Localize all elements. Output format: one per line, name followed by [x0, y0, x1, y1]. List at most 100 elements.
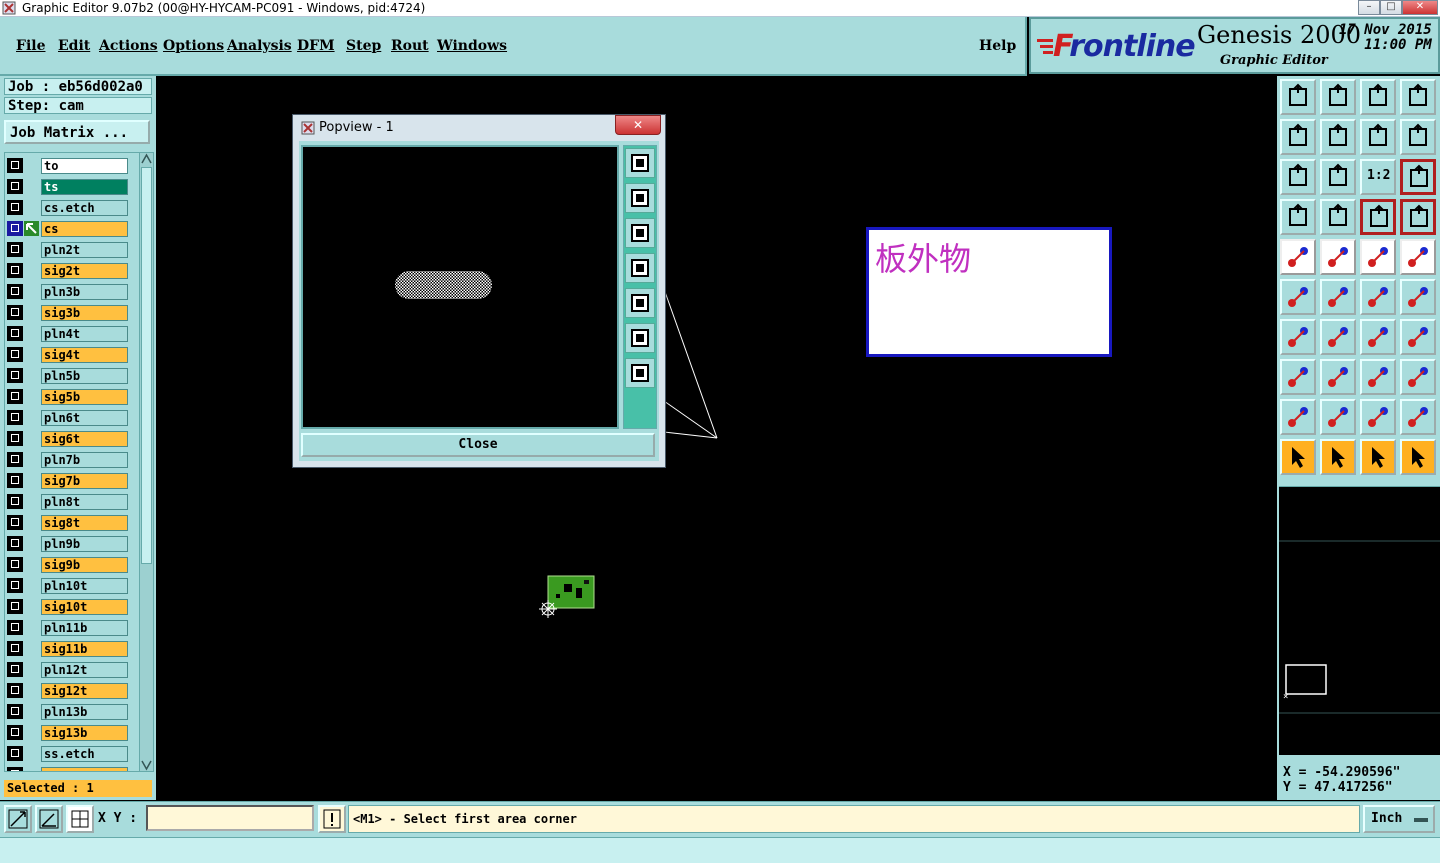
pan-left-icon[interactable] — [625, 253, 655, 283]
layer-name[interactable]: sig13b — [41, 725, 128, 741]
route-icon[interactable] — [1400, 439, 1436, 475]
grid-mode-button[interactable] — [66, 805, 94, 833]
zoom-window-icon[interactable] — [625, 148, 655, 178]
layer-checkbox[interactable] — [7, 284, 23, 299]
layer-name[interactable]: ts — [41, 179, 128, 195]
layer-row[interactable]: sig10t — [5, 598, 139, 615]
triangle-b-icon[interactable] — [1400, 399, 1436, 435]
tools-icon[interactable] — [1280, 199, 1316, 235]
layer-row[interactable]: ts — [5, 178, 139, 195]
layer-name[interactable]: ss — [41, 767, 128, 771]
snap-blue-icon[interactable] — [1400, 199, 1436, 235]
pads-icon[interactable] — [1280, 359, 1316, 395]
layer-row[interactable]: pln10t — [5, 577, 139, 594]
layer-row[interactable]: to — [5, 157, 139, 174]
layer-checkbox[interactable] — [7, 767, 23, 771]
layer-row[interactable]: sig7b — [5, 472, 139, 489]
select-box-icon[interactable] — [1320, 439, 1356, 475]
layer-checkbox[interactable] — [7, 347, 23, 362]
menu-edit[interactable]: Edit — [58, 38, 90, 54]
layer-name[interactable]: sig11b — [41, 641, 128, 657]
layer-name[interactable]: sig7b — [41, 473, 128, 489]
layer-name[interactable]: pln5b — [41, 368, 128, 384]
popview-close-x-button[interactable]: ✕ — [615, 115, 661, 135]
triangle-a-icon[interactable] — [1360, 399, 1396, 435]
pan-right-icon[interactable] — [625, 288, 655, 318]
triangle-up-icon[interactable] — [1320, 399, 1356, 435]
layer-name[interactable]: to — [41, 158, 128, 174]
layer-checkbox[interactable] — [7, 200, 23, 215]
arc-blue-icon[interactable] — [1400, 279, 1436, 315]
layer-name[interactable]: pln12t — [41, 662, 128, 678]
layer-row[interactable]: sig3b — [5, 304, 139, 321]
layer-name[interactable]: pln10t — [41, 578, 128, 594]
layer-checkbox[interactable] — [7, 305, 23, 320]
zoom-in-icon[interactable] — [625, 183, 655, 213]
pan-right-icon[interactable] — [1320, 119, 1356, 155]
layer-checkbox[interactable] — [7, 578, 23, 593]
layer-row[interactable]: sig12t — [5, 682, 139, 699]
grid-icon[interactable] — [1320, 199, 1356, 235]
layer-row[interactable]: pln5b — [5, 367, 139, 384]
help-icon[interactable] — [1400, 159, 1436, 195]
cross-icon[interactable] — [1320, 279, 1356, 315]
layer-row[interactable]: sig6t — [5, 430, 139, 447]
layer-name[interactable]: sig4t — [41, 347, 128, 363]
arc-red-icon[interactable] — [1360, 279, 1396, 315]
ruler-icon[interactable] — [1360, 239, 1396, 275]
menu-actions[interactable]: Actions — [99, 38, 158, 54]
layer-name[interactable]: pln13b — [41, 704, 128, 720]
layer-row[interactable]: pln12t — [5, 661, 139, 678]
minimize-button[interactable]: – — [1358, 0, 1380, 15]
layer-checkbox[interactable] — [7, 662, 23, 677]
annotation-note[interactable]: 板外物 — [866, 227, 1112, 357]
shapes-icon[interactable] — [1400, 359, 1436, 395]
swap-icon[interactable] — [1360, 119, 1396, 155]
zoom-home-icon[interactable] — [625, 358, 655, 388]
pad-icon[interactable] — [1280, 239, 1316, 275]
layer-checkbox[interactable] — [7, 746, 23, 761]
layer-row[interactable]: pln4t — [5, 325, 139, 342]
snap-mode-button[interactable] — [4, 805, 32, 833]
layer-row[interactable]: sig13b — [5, 724, 139, 741]
layer-name[interactable]: pln7b — [41, 452, 128, 468]
layer-name[interactable]: pln4t — [41, 326, 128, 342]
layer-checkbox[interactable] — [7, 410, 23, 425]
pan-left-icon[interactable] — [1280, 119, 1316, 155]
measure-icon[interactable] — [1360, 359, 1396, 395]
message-button[interactable] — [318, 805, 346, 833]
layer-row[interactable]: sig11b — [5, 640, 139, 657]
layer-name[interactable]: ss.etch — [41, 746, 128, 762]
menu-file[interactable]: File — [16, 38, 45, 54]
layer-checkbox[interactable] — [7, 242, 23, 257]
layer-checkbox[interactable] — [7, 515, 23, 530]
layer-checkbox[interactable] — [7, 263, 23, 278]
circle-icon[interactable] — [1400, 239, 1436, 275]
layer-row[interactable]: ss — [5, 766, 139, 771]
scale-1-2-icon[interactable]: 1:2 — [1360, 159, 1396, 195]
job-matrix-button[interactable]: Job Matrix ... — [4, 120, 150, 144]
layer-row[interactable]: cs — [5, 220, 139, 237]
layer-scrollbar[interactable] — [139, 152, 154, 772]
layer-checkbox[interactable] — [7, 599, 23, 614]
s-curve-icon[interactable] — [1400, 119, 1436, 155]
layer-row[interactable]: cs.etch — [5, 199, 139, 216]
layer-row[interactable]: pln6t — [5, 409, 139, 426]
menu-rout[interactable]: Rout — [391, 38, 429, 54]
center-icon[interactable] — [1320, 159, 1356, 195]
popview-canvas[interactable] — [301, 145, 619, 429]
layer-checkbox[interactable] — [7, 641, 23, 656]
scroll-up-icon[interactable] — [141, 153, 152, 165]
zoom-in-icon[interactable] — [1280, 79, 1316, 115]
dash-icon[interactable] — [1320, 359, 1356, 395]
triangle-icon[interactable] — [1280, 399, 1316, 435]
slot-pad-feature[interactable] — [395, 271, 492, 299]
layer-name[interactable]: sig8t — [41, 515, 128, 531]
layer-checkbox[interactable] — [7, 368, 23, 383]
maximize-button[interactable]: □ — [1380, 0, 1402, 15]
menu-dfm[interactable]: DFM — [297, 38, 335, 54]
layer-row[interactable]: pln11b — [5, 619, 139, 636]
layer-checkbox[interactable] — [7, 536, 23, 551]
layer-row[interactable]: sig8t — [5, 514, 139, 531]
text-icon[interactable] — [1400, 319, 1436, 355]
